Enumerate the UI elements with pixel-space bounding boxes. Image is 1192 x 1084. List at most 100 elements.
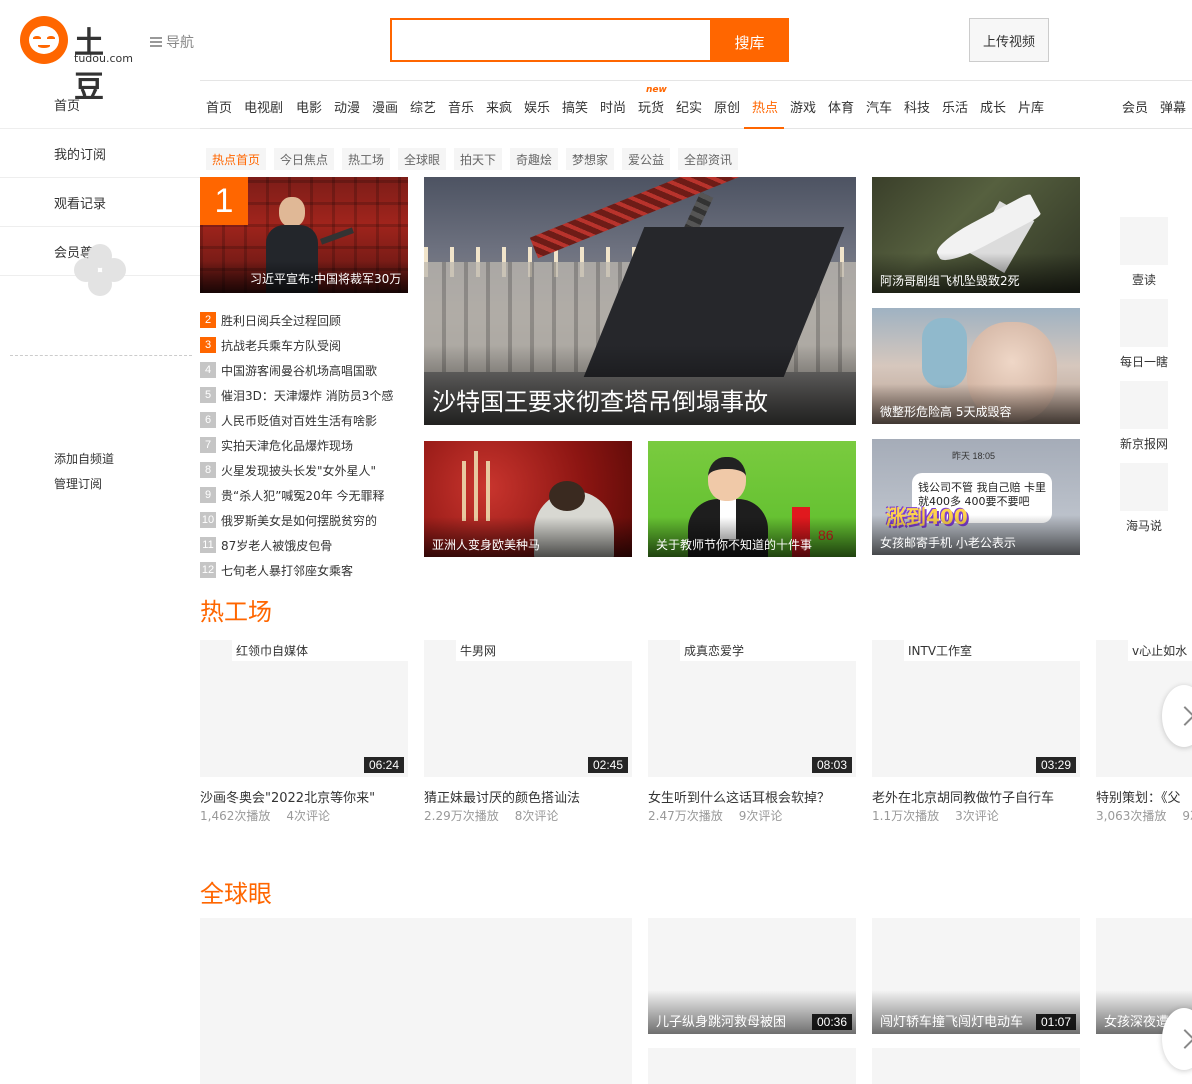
hot-list-item[interactable]: 10 俄罗斯美女是如何摆脱贫穷的 [200, 511, 377, 529]
channel-tab[interactable]: 游戏 [790, 97, 816, 116]
channel-tab[interactable]: 时尚 [600, 97, 626, 116]
comment-count: 3次评论 [955, 809, 999, 823]
channel-tab[interactable]: 首页 [206, 97, 232, 116]
subnav-tab[interactable]: 奇趣烩 [510, 148, 559, 170]
video-thumb[interactable]: 03:29 [872, 661, 1080, 777]
duration-badge: 08:03 [811, 757, 852, 773]
sidebar-item-home[interactable]: 首页 [0, 80, 200, 129]
global-thumb-row2[interactable] [872, 1048, 1080, 1084]
comment-count: 9次评论 [738, 809, 783, 823]
channel-tab[interactable]: 科技 [904, 97, 930, 116]
video-thumb[interactable]: 08:03 [648, 661, 856, 777]
hot-list-item[interactable]: 4 中国游客闹曼谷机场高唱国歌 [200, 361, 377, 379]
channel-tab[interactable]: 乐活 [942, 97, 968, 116]
nav-menu-button[interactable]: 导航 [150, 32, 194, 52]
channel-tab-right[interactable]: 会员 [1122, 97, 1148, 116]
right-channel-item[interactable]: 新京报网 [1120, 381, 1192, 452]
subnav-tab[interactable]: 今日焦点 [274, 148, 335, 170]
channel-tab-right[interactable]: 弹幕 [1160, 97, 1186, 116]
channel-tab[interactable]: 来疯 [486, 97, 512, 116]
hot-list-item[interactable]: 2 胜利日阅兵全过程回顾 [200, 311, 341, 329]
channel-tab[interactable]: 搞笑 [562, 97, 588, 116]
hot-list-item[interactable]: 6 人民币贬值对百姓生活有啥影 [200, 411, 377, 429]
channel-tab[interactable]: 纪实 [676, 97, 702, 116]
section-title-factory[interactable]: 热工场 [200, 592, 272, 627]
channel-tab[interactable]: 玩货 [638, 97, 664, 116]
featured-plane-thumb[interactable]: 阿汤哥剧组飞机坠毁致2死 [872, 177, 1080, 293]
video-thumb[interactable]: 06:24 [200, 661, 408, 777]
tudou-logo[interactable]: 土豆 tudou.com [20, 16, 133, 105]
video-title[interactable]: 沙画冬奥会"2022北京等你来" [200, 787, 375, 806]
hot-list-item[interactable]: 3 抗战老兵乘车方队受阅 [200, 336, 341, 354]
featured-teacher-thumb[interactable]: 86 关于教师节你不知道的十件事 [648, 441, 856, 557]
global-thumb-row2[interactable] [648, 1048, 856, 1084]
channel-tab[interactable]: 音乐 [448, 97, 474, 116]
hot-list-item[interactable]: 12 七旬老人暴打邻座女乘客 [200, 561, 353, 579]
right-channel-item[interactable]: 每日一瞎 [1120, 299, 1192, 370]
search-input[interactable] [392, 20, 710, 60]
video-card[interactable]: 牛男网 02:45 猜正妹最讨厌的颜色搭讪法 2.29万次播放 8次评论 [424, 640, 632, 830]
subnav-tab[interactable]: 热工场 [342, 148, 391, 170]
uploader-name[interactable]: 红领巾自媒体 [236, 642, 308, 659]
section-title-global[interactable]: 全球眼 [200, 874, 272, 909]
featured-red-thumb[interactable]: 亚洲人变身欧美种马 [424, 441, 632, 557]
channel-tab[interactable]: 成长 [980, 97, 1006, 116]
duration-badge: 00:36 [811, 1014, 852, 1030]
upload-video-button[interactable]: 上传视频 [969, 18, 1049, 62]
manage-subscriptions-link[interactable]: 管理订阅 [54, 475, 102, 492]
right-channel-item[interactable]: 壹读 [1120, 217, 1192, 288]
featured-main-thumb[interactable]: 沙特国王要求彻查塔吊倒塌事故 [424, 177, 856, 425]
subnav-tab[interactable]: 全部资讯 [678, 148, 739, 170]
channel-tab[interactable]: 热点 [752, 97, 778, 116]
video-card[interactable]: INTV工作室 03:29 老外在北京胡同教做竹子自行车 1.1万次播放 3次评论 [872, 640, 1080, 830]
uploader-name[interactable]: 成真恋爱学 [684, 642, 744, 659]
featured-main-caption: 沙特国王要求彻查塔吊倒塌事故 [432, 388, 768, 416]
right-channel-item[interactable]: 海马说 [1120, 463, 1192, 534]
new-badge: new [646, 85, 667, 95]
hot-item-title: 贵“杀人犯”喊冤20年 今无罪释 [221, 488, 385, 503]
hot-list-item[interactable]: 5 催泪3D：天津爆炸 消防员3个感 [200, 386, 393, 404]
uploader-name[interactable]: v心止如水 [1132, 642, 1187, 659]
subnav-tab[interactable]: 拍天下 [454, 148, 503, 170]
channel-tab[interactable]: 原创 [714, 97, 740, 116]
featured-chat-thumb[interactable]: 昨天 18:05 钱公司不管 我自己赔 卡里 就400多 400要不要吧 涨到4… [872, 439, 1080, 555]
channel-tab[interactable]: 娱乐 [524, 97, 550, 116]
hot-list-item[interactable]: 9 贵“杀人犯”喊冤20年 今无罪释 [200, 486, 385, 504]
channel-tab[interactable]: 汽车 [866, 97, 892, 116]
hot-list-item[interactable]: 7 实拍天津危化品爆炸现场 [200, 436, 353, 454]
right-channel-label: 壹读 [1131, 273, 1156, 287]
subnav-tab[interactable]: 热点首页 [206, 148, 267, 170]
hot-list-item[interactable]: 8 火星发现披头长发"女外星人" [200, 461, 376, 479]
uploader-name[interactable]: INTV工作室 [908, 642, 972, 659]
global-main-thumb[interactable] [200, 918, 632, 1084]
channel-tab[interactable]: 电影 [296, 97, 322, 116]
video-card[interactable]: 成真恋爱学 08:03 女生听到什么这话耳根会软掉？ 2.47万次播放 9次评论 [648, 640, 856, 830]
video-card[interactable]: 红领巾自媒体 06:24 沙画冬奥会"2022北京等你来" 1,462次播放 4次评论 [200, 640, 408, 830]
hot-item-title: 中国游客闹曼谷机场高唱国歌 [221, 363, 378, 378]
global-video-thumb[interactable]: 闯灯轿车撞飞闯灯电动车 01:07 [872, 918, 1080, 1034]
global-video-thumb[interactable]: 儿子纵身跳河救母被困 00:36 [648, 918, 856, 1034]
video-title[interactable]: 女生听到什么这话耳根会软掉？ [648, 787, 830, 806]
hot-list-item[interactable]: 11 87岁老人被饿皮包骨 [200, 536, 332, 554]
subnav-tab[interactable]: 爱公益 [622, 148, 671, 170]
video-stats: 2.29万次播放 8次评论 [424, 807, 574, 824]
channel-tab[interactable]: 电视剧 [244, 97, 283, 116]
channel-tab[interactable]: 动漫 [334, 97, 360, 116]
hot-top1-thumb[interactable]: 1 习近平宣布:中国将裁军30万 [200, 177, 408, 293]
channel-tab[interactable]: 片库 [1018, 97, 1044, 116]
video-title[interactable]: 老外在北京胡同教做竹子自行车 [872, 787, 1054, 806]
uploader-name[interactable]: 牛男网 [460, 642, 496, 659]
subnav-tab[interactable]: 梦想家 [566, 148, 615, 170]
video-thumb[interactable]: 02:45 [424, 661, 632, 777]
add-channel-link[interactable]: 添加自频道 [54, 450, 114, 467]
channel-tab[interactable]: 体育 [828, 97, 854, 116]
sidebar-item-subscriptions[interactable]: 我的订阅 [0, 129, 200, 178]
featured-face-thumb[interactable]: 微整形危险高 5天成毁容 [872, 308, 1080, 424]
channel-tab[interactable]: 综艺 [410, 97, 436, 116]
video-title[interactable]: 猜正妹最讨厌的颜色搭讪法 [424, 787, 580, 806]
subnav-tab[interactable]: 全球眼 [398, 148, 447, 170]
sidebar-item-history[interactable]: 观看记录 [0, 178, 200, 227]
search-button[interactable]: 搜库 [710, 18, 789, 62]
video-title[interactable]: 特别策划：《父 [1096, 787, 1181, 806]
channel-tab[interactable]: 漫画 [372, 97, 398, 116]
